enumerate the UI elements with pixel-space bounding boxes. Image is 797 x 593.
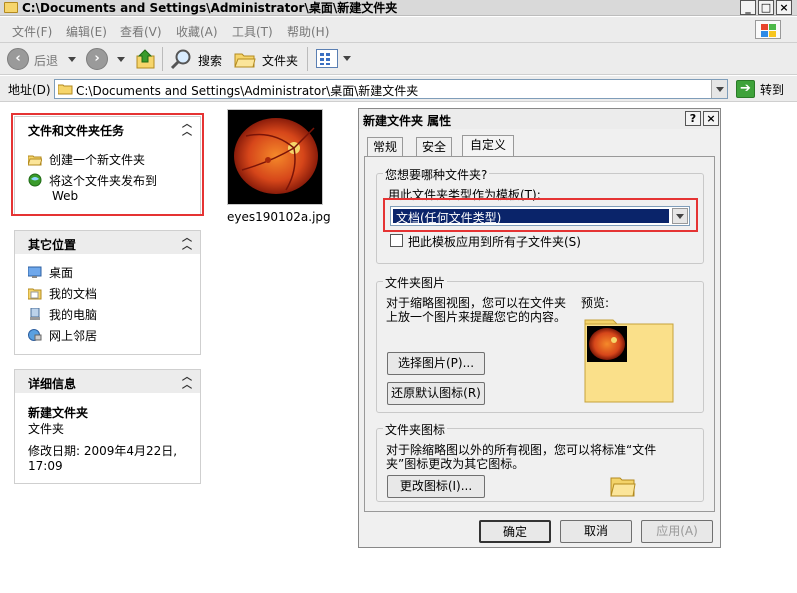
cancel-button[interactable]: 取消 (560, 520, 632, 543)
place-my-documents[interactable]: 我的文档 (27, 285, 97, 302)
menu-favorites[interactable]: 收藏(A) (176, 23, 218, 40)
file-name[interactable]: eyes190102a.jpg (227, 210, 331, 224)
help-button[interactable]: ? (685, 111, 701, 126)
back-dropdown-icon[interactable] (68, 57, 76, 62)
folder-icon-group: 文件夹图标 对于除缩略图以外的所有视图，您可以将标准“文件 夹”图标更改为其它图… (376, 421, 704, 502)
menu-bar: 文件(F) 编辑(E) 查看(V) 收藏(A) 工具(T) 帮助(H) (0, 17, 797, 43)
apply-subfolders-label: 把此模板应用到所有子文件夹(S) (408, 235, 581, 249)
address-dropdown-button[interactable] (711, 80, 727, 98)
preview-label: 预览: (581, 296, 610, 310)
close-button[interactable]: × (776, 0, 792, 15)
highlight-box-template (383, 198, 698, 232)
folders-icon[interactable] (234, 49, 256, 69)
address-label: 地址(D) (8, 83, 51, 97)
file-thumbnail[interactable] (227, 109, 323, 205)
back-arrow-icon[interactable]: ‹ (7, 48, 29, 70)
search-icon[interactable] (170, 48, 194, 70)
places-pane-title: 其它位置 (28, 238, 77, 252)
back-button-label[interactable]: 后退 (34, 52, 58, 69)
go-arrow-icon[interactable]: ➔ (736, 80, 755, 98)
menu-file[interactable]: 文件(F) (12, 23, 52, 40)
apply-subfolders-checkbox[interactable] (390, 234, 403, 247)
forward-arrow-icon[interactable]: › (86, 48, 108, 70)
folder-icon (4, 2, 18, 13)
network-places-icon (28, 329, 42, 342)
choose-picture-button[interactable]: 选择图片(P)... (387, 352, 485, 375)
folders-button-label[interactable]: 文件夹 (262, 52, 298, 69)
tab-general[interactable]: 常规 (367, 137, 403, 157)
place-desktop[interactable]: 桌面 (27, 264, 73, 281)
folder-icon-group-label: 文件夹图标 (383, 421, 448, 438)
properties-dialog: 新建文件夹 属性 ? × 常规 安全 自定义 您想要哪种文件夹? 用此文件夹类型… (358, 108, 721, 548)
views-dropdown-icon[interactable] (343, 56, 351, 61)
forward-dropdown-icon[interactable] (117, 57, 125, 62)
address-bar: 地址(D) C:\Documents and Settings\Administ… (0, 76, 797, 102)
windows-logo-icon (755, 20, 781, 39)
tab-customize[interactable]: 自定义 (462, 135, 514, 157)
collapse-chevron-icon[interactable]: ︿ ︿ (182, 234, 192, 252)
menu-edit[interactable]: 编辑(E) (66, 23, 107, 40)
pictures-desc-line2: 上放一个图片来提醒您它的内容。 (386, 310, 567, 324)
restore-default-button[interactable]: 还原默认图标(R) (387, 382, 485, 405)
details-type: 文件夹 (28, 422, 65, 436)
desktop-icon (27, 266, 42, 279)
address-input[interactable]: C:\Documents and Settings\Administrator\… (54, 79, 728, 99)
dialog-titlebar: 新建文件夹 属性 ? × (359, 109, 720, 129)
my-computer-icon (28, 307, 42, 321)
details-modified-time: 17:09 (28, 459, 63, 473)
up-folder-icon[interactable] (136, 48, 156, 70)
my-documents-icon (27, 287, 42, 300)
place-network[interactable]: 网上邻居 (28, 327, 97, 344)
details-modified-date: 修改日期: 2009年4月22日, (28, 444, 178, 458)
icon-desc-line2: 夹”图标更改为其它图标。 (386, 457, 525, 471)
dialog-close-button[interactable]: × (703, 111, 719, 126)
address-path: C:\Documents and Settings\Administrator\… (76, 84, 419, 98)
folder-pictures-group: 文件夹图片 对于缩略图视图，您可以在文件夹 上放一个图片来提醒您它的内容。 预览… (376, 274, 704, 413)
details-pane: 详细信息 ︿ ︿ 新建文件夹 文件夹 修改日期: 2009年4月22日, 17:0… (14, 369, 201, 484)
collapse-chevron-icon[interactable]: ︿ ︿ (182, 373, 192, 391)
details-pane-title: 详细信息 (28, 377, 77, 391)
places-pane: 其它位置 ︿ ︿ 桌面 我的文档 我的电脑 网上邻居 (14, 230, 201, 355)
window-titlebar: C:\Documents and Settings\Administrator\… (0, 0, 797, 16)
ok-button[interactable]: 确定 (479, 520, 551, 543)
menu-help[interactable]: 帮助(H) (287, 23, 329, 40)
search-button-label[interactable]: 搜索 (198, 52, 222, 69)
place-my-computer[interactable]: 我的电脑 (28, 306, 97, 323)
window-title: C:\Documents and Settings\Administrator\… (22, 1, 398, 15)
dialog-title: 新建文件夹 属性 (363, 114, 452, 128)
details-pane-header[interactable]: 详细信息 ︿ ︿ (15, 370, 200, 393)
change-icon-button[interactable]: 更改图标(I)... (387, 475, 485, 498)
folder-icon (610, 475, 636, 497)
minimize-button[interactable]: _ (740, 0, 756, 15)
folder-pictures-group-label: 文件夹图片 (383, 274, 448, 291)
maximize-button[interactable]: □ (758, 0, 774, 15)
tab-security[interactable]: 安全 (416, 137, 452, 157)
highlight-box-tasks (11, 113, 204, 216)
places-pane-header[interactable]: 其它位置 ︿ ︿ (15, 231, 200, 254)
menu-tools[interactable]: 工具(T) (232, 23, 273, 40)
folder-preview-icon (584, 319, 674, 403)
details-name: 新建文件夹 (28, 406, 89, 420)
folder-icon (57, 83, 73, 95)
go-button-label[interactable]: 转到 (760, 81, 784, 98)
apply-button[interactable]: 应用(A) (641, 520, 713, 543)
folder-type-group-label: 您想要哪种文件夹? (383, 166, 490, 183)
views-icon[interactable] (316, 49, 338, 68)
folder-preview (583, 314, 677, 404)
toolbar: ‹ 后退 › 搜索 文件夹 (0, 43, 797, 75)
eye-fundus-image (228, 110, 322, 204)
menu-view[interactable]: 查看(V) (120, 23, 162, 40)
